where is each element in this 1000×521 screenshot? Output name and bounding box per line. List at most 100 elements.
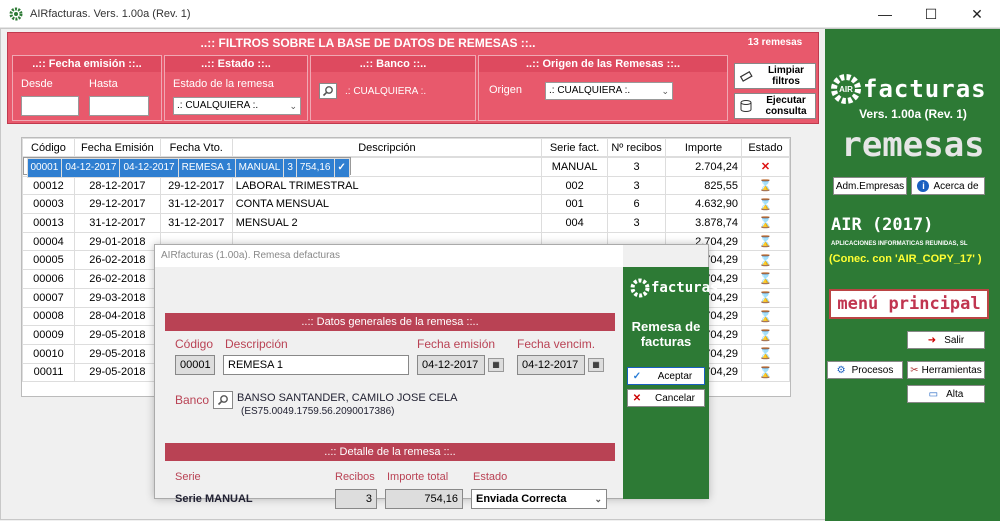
hasta-label: Hasta (89, 78, 118, 90)
estado-label: Estado de la remesa (173, 78, 274, 90)
banco-search-icon[interactable] (213, 391, 233, 409)
ejecutar-consulta-button[interactable]: Ejecutar consulta (734, 93, 816, 119)
table-cell: 2.704,24 (665, 157, 742, 177)
column-header[interactable]: Fecha Emisión (73, 138, 161, 157)
acerca-label: Acerca de (933, 180, 979, 192)
column-header[interactable]: Fecha Vto. (159, 138, 233, 157)
module-title: remesas (841, 125, 985, 165)
herramientas-button[interactable]: ✂ Herramientas (907, 361, 985, 379)
table-cell: 28-12-2017 (73, 175, 161, 196)
estado-select-value: .: CUALQUIERA :. (177, 100, 259, 111)
hourglass-icon: ⌛ (740, 362, 791, 383)
column-header[interactable]: Código (22, 138, 75, 157)
desde-input[interactable] (21, 96, 79, 116)
table-cell: 00001 (26, 158, 63, 178)
hourglass-icon: ⌛ (740, 306, 791, 327)
estado-select-value: Enviada Correcta (476, 493, 567, 505)
dialog-brand: facturas (629, 277, 718, 299)
connection-text: (Conec. con 'AIR_COPY_17' ) (829, 253, 982, 265)
menu-principal-button[interactable]: menú principal (829, 289, 989, 319)
aceptar-button[interactable]: ✓ Aceptar (627, 367, 705, 385)
estado-select[interactable]: .: CUALQUIERA :. ⌄ (173, 97, 301, 115)
table-cell: 3 (283, 158, 297, 178)
dialog-side-panel: facturas Remesa de facturas ✓ Aceptar ✕ … (623, 267, 718, 499)
origen-label: Origen (489, 84, 523, 96)
fecha-group: ..:: Fecha emisión ::.. Desde Hasta (12, 55, 162, 121)
column-header[interactable]: Nº recibos (607, 138, 667, 157)
maximize-button[interactable]: ☐ (908, 0, 954, 28)
fecha-emision-label: Fecha emisión (417, 337, 496, 351)
origen-select[interactable]: .: CUALQUIERA :. ⌄ (545, 82, 673, 100)
desde-label: Desde (21, 78, 53, 90)
chevron-down-icon: ⌄ (289, 101, 297, 111)
procesos-button[interactable]: ⚙ Procesos (827, 361, 903, 379)
calendar-icon[interactable]: ▦ (488, 358, 504, 372)
estado-group: ..:: Estado ::.. Estado de la remesa .: … (164, 55, 308, 121)
acerca-de-button[interactable]: i Acerca de (911, 177, 985, 195)
main-area: ..:: FILTROS SOBRE LA BASE DE DATOS DE R… (0, 28, 1000, 521)
alta-label: Alta (946, 388, 964, 400)
brand-text: facturas (863, 75, 987, 103)
origen-group: ..:: Origen de las Remesas ::.. Origen .… (478, 55, 728, 121)
company-full-name: APLICACIONES INFORMATICAS REUNIDAS, SL (831, 241, 968, 247)
table-cell: 29-01-2018 (73, 231, 161, 252)
table-cell: 26-02-2018 (73, 269, 161, 289)
hasta-input[interactable] (89, 96, 149, 116)
hourglass-icon: ⌛ (740, 343, 791, 364)
serie-label: Serie (175, 471, 201, 483)
adm-empresas-button[interactable]: Adm.Empresas (833, 177, 907, 195)
table-cell: REMESA 1 (177, 158, 236, 178)
cancelar-button[interactable]: ✕ Cancelar (627, 389, 705, 407)
descripcion-field[interactable]: REMESA 1 (223, 355, 409, 375)
fecha-emision-field[interactable]: 04-12-2017 (417, 355, 485, 375)
table-cell: 00005 (22, 250, 75, 271)
remesa-dialog: AIRfacturas (1.00a). Remesa defacturas f… (154, 244, 718, 509)
table-cell: MANUAL (234, 158, 285, 178)
table-cell: 29-03-2018 (73, 287, 161, 308)
calendar-icon[interactable]: ▦ (588, 358, 604, 372)
table-cell: 754,16 (295, 158, 335, 178)
ejecutar-label: Ejecutar consulta (765, 95, 807, 117)
banco-iban: (ES75.0049.1759.56.2090017386) (241, 406, 395, 417)
table-cell: MENSUAL 2 (231, 213, 543, 233)
column-header[interactable]: Estado (740, 138, 791, 157)
alta-button[interactable]: ▭ Alta (907, 385, 985, 403)
column-header[interactable]: Serie fact. (541, 138, 609, 157)
table-row[interactable]: 00013 31-12-2017 31-12-2017 MENSUAL 2 004 3 3.… (22, 213, 791, 233)
table-cell: 002 (541, 175, 609, 196)
limpiar-label: Limpiar filtros (767, 65, 805, 87)
importe-total-field: 754,16 (385, 489, 463, 509)
banco-search-icon[interactable] (319, 83, 337, 99)
table-cell: MANUAL (541, 157, 609, 177)
table-cell: 04-12-2017 (61, 158, 121, 178)
gears-icon: ⚙ (836, 364, 846, 376)
eraser-icon (738, 68, 754, 84)
close-button[interactable]: ✕ (954, 0, 1000, 28)
table-cell: 4.632,90 (665, 194, 742, 215)
database-icon (738, 98, 754, 114)
table-row[interactable]: 00001 04-12-2017 04-12-2017 REMESA 1 MANUAL 3… (22, 157, 351, 178)
dialog-brand-text: facturas (651, 280, 719, 296)
dialog-gear-icon (630, 278, 650, 298)
brand-logo: AIR facturas (829, 71, 997, 107)
table-row[interactable]: 00003 29-12-2017 31-12-2017 CONTA MENSUAL 00… (22, 194, 791, 215)
estado-select[interactable]: Enviada Correcta ⌄ (471, 489, 607, 509)
table-cell: 00003 (22, 194, 75, 215)
table-cell: 31-12-2017 (73, 213, 161, 233)
table-cell: 00008 (22, 306, 75, 327)
table-cell: 00009 (22, 325, 75, 345)
table-row[interactable]: 00012 28-12-2017 29-12-2017 LABORAL TRIMEST… (22, 175, 791, 196)
table-cell: 3.878,74 (665, 213, 742, 233)
table-cell: 28-04-2018 (73, 306, 161, 327)
salir-button[interactable]: ➜ Salir (907, 331, 985, 349)
minimize-button[interactable]: — (862, 0, 908, 28)
table-cell: 004 (541, 213, 609, 233)
table-cell: 3 (607, 175, 667, 196)
column-header[interactable]: Importe (665, 138, 742, 157)
chevron-down-icon: ⌄ (661, 86, 669, 96)
limpiar-filtros-button[interactable]: Limpiar filtros (734, 63, 816, 89)
column-header[interactable]: Descripción (231, 138, 543, 157)
hourglass-icon: ⌛ (740, 213, 791, 233)
fecha-vencim-field[interactable]: 04-12-2017 (517, 355, 585, 375)
table-cell: 00010 (22, 343, 75, 364)
